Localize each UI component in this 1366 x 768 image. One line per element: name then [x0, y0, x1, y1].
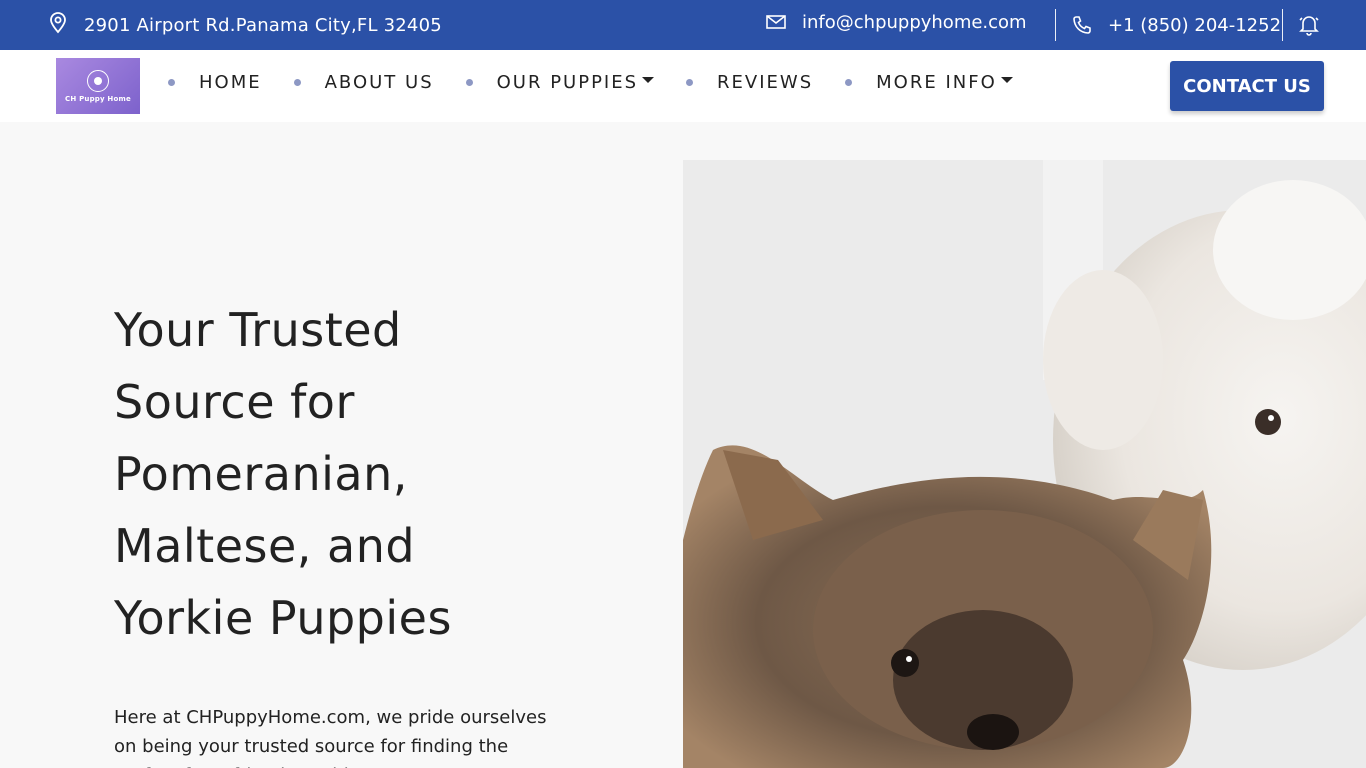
site-logo[interactable]: CH Puppy Home [56, 58, 140, 114]
nav-item-our-puppies[interactable]: OUR PUPPIES [465, 72, 655, 93]
nav-item-reviews[interactable]: REVIEWS [686, 72, 813, 93]
hero-puppies-image [683, 160, 1366, 768]
nav-item-about-us[interactable]: ABOUT US [293, 72, 434, 93]
bullet-icon [465, 79, 473, 86]
bullet-icon [168, 79, 175, 86]
email-text: info@chpuppyhome.com [802, 12, 1027, 33]
puppies-illustration [683, 160, 1366, 768]
bell-icon[interactable] [1299, 14, 1319, 40]
nav-item-label: MORE INFO [876, 72, 997, 93]
logo-mark [87, 69, 109, 92]
phone-icon [1072, 11, 1108, 40]
nav-item-more-info[interactable]: MORE INFO [845, 72, 1013, 93]
hero-title-line: Pomeranian, [114, 447, 408, 501]
hero-title-line: Yorkie Puppies [114, 591, 452, 645]
address[interactable]: 2901 Airport Rd.Panama City,FL 32405 [48, 12, 442, 39]
hero-title: Your Trusted Source for Pomeranian, Malt… [114, 294, 614, 654]
top-info-bar: 2901 Airport Rd.Panama City,FL 32405 inf… [0, 0, 1366, 50]
nav-item-label: ABOUT US [324, 72, 434, 93]
nav-menu: HOME ABOUT US OUR PUPPIES REVIEWS MORE I… [168, 72, 1013, 93]
contact-us-button[interactable]: CONTACT US [1170, 61, 1324, 111]
phone-text: +1 (850) 204-1252 [1108, 15, 1282, 36]
caret-down-icon [642, 77, 655, 83]
address-text: 2901 Airport Rd.Panama City,FL 32405 [84, 15, 442, 36]
map-pin-icon [48, 12, 84, 39]
bullet-icon [845, 79, 853, 86]
mail-icon [766, 11, 802, 34]
nav-item-label: REVIEWS [717, 72, 814, 93]
divider [1055, 9, 1056, 41]
bullet-icon [293, 79, 301, 86]
nav-item-home[interactable]: HOME [168, 72, 262, 93]
divider [1282, 9, 1283, 41]
phone-link[interactable]: +1 (850) 204-1252 [1072, 11, 1281, 40]
logo-text: CH Puppy Home [65, 94, 131, 103]
hero-title-line: Your Trusted [114, 303, 402, 357]
nav-item-label: HOME [199, 72, 262, 93]
hero-title-line: Maltese, and [114, 519, 416, 573]
email-link[interactable]: info@chpuppyhome.com [766, 11, 1027, 34]
hero-title-line: Source for [114, 375, 355, 429]
hero-description: Here at CHPuppyHome.com, we pride oursel… [114, 707, 547, 768]
caret-down-icon [1000, 77, 1013, 83]
nav-item-label: OUR PUPPIES [496, 72, 639, 93]
main-navbar: CH Puppy Home HOME ABOUT US OUR PUPPIES … [0, 50, 1366, 122]
bullet-icon [686, 79, 694, 86]
